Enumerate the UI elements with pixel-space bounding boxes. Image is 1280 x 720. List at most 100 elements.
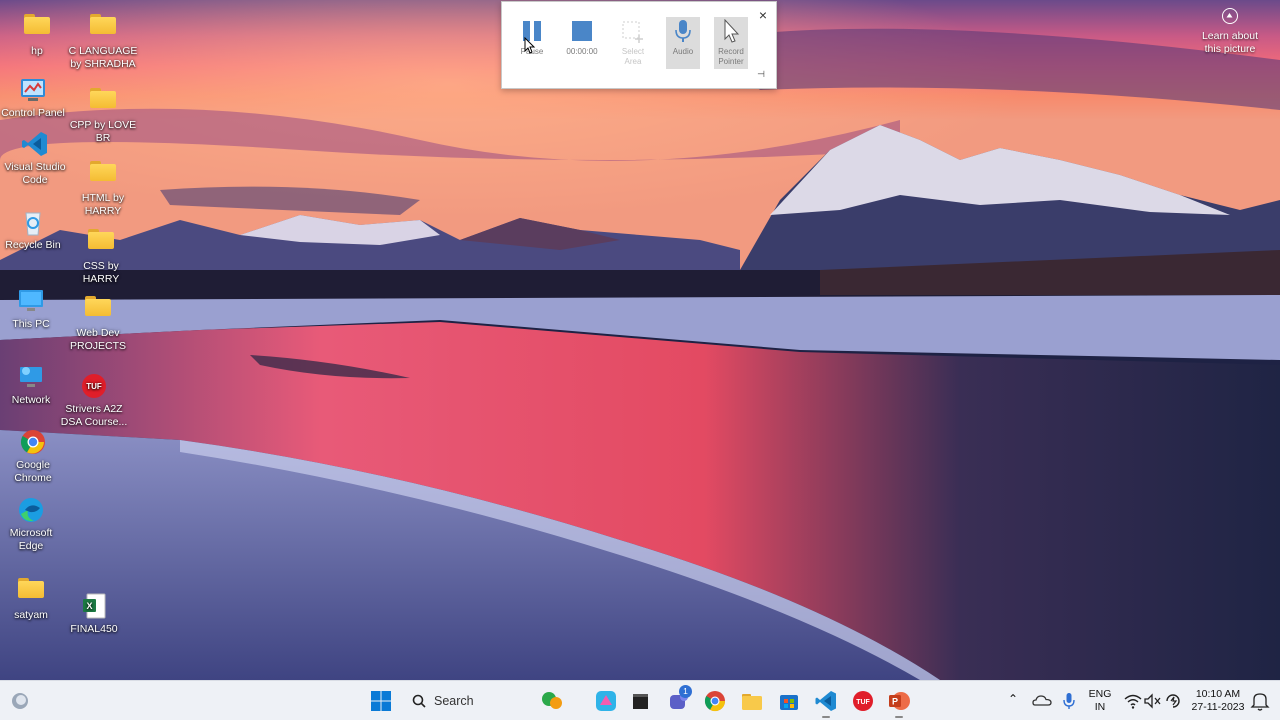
folder-icon <box>88 14 118 42</box>
desktop-icon-cpp[interactable]: CPP by LOVE BR <box>68 84 138 145</box>
language-indicator[interactable]: ENG IN <box>1088 688 1112 714</box>
onedrive-icon[interactable] <box>1030 689 1054 713</box>
recycle-bin-icon <box>18 208 48 236</box>
desktop-icon-label: Visual Studio Code <box>4 161 66 186</box>
desktop-icon-label: satyam <box>14 609 48 621</box>
control-panel-icon <box>18 76 48 104</box>
desktop-icon-label: HTML by HARRY <box>81 192 125 217</box>
weather-icon[interactable] <box>8 689 32 713</box>
desktop-icon-recycle-bin[interactable]: Recycle Bin <box>0 208 68 252</box>
teams-icon[interactable]: 1 <box>667 685 692 713</box>
learn-about-picture-button[interactable]: Learn about this picture <box>1196 8 1264 56</box>
desktop-icon-label: Google Chrome <box>14 459 52 484</box>
desktop-icon-label: Recycle Bin <box>5 239 61 251</box>
chrome-folder-icon <box>86 229 116 257</box>
svg-text:X: X <box>86 601 92 611</box>
desktop-icon-final450[interactable]: X FINAL450 <box>59 592 129 636</box>
chrome-icon[interactable] <box>703 689 727 713</box>
tuf-icon[interactable]: TUF <box>851 689 875 713</box>
running-indicator <box>822 716 830 718</box>
notification-bell-icon[interactable] <box>1250 689 1270 713</box>
record-pointer-label: Record Pointer <box>718 47 744 66</box>
desktop-icon-strivers[interactable]: TUF Strivers A2Z DSA Course... <box>59 372 129 429</box>
tuf-icon: TUF <box>79 372 109 400</box>
show-hidden-icons-chevron-icon[interactable]: ⌃ <box>1008 693 1018 706</box>
desktop-icon-label: This PC <box>12 318 50 330</box>
mouse-cursor-icon <box>524 36 536 60</box>
desktop-icon-label: Web Dev PROJECTS <box>69 327 126 352</box>
terminal-icon[interactable] <box>629 689 653 713</box>
vscode-icon <box>20 130 50 158</box>
clock[interactable]: 10:10 AM 27-11-2023 <box>1186 688 1250 714</box>
recording-timer: 00:00:00 <box>566 47 598 56</box>
desktop-icon-html[interactable]: HTML by HARRY <box>68 157 138 218</box>
running-indicator <box>895 716 903 718</box>
desktop-icon-label: Network <box>11 394 51 406</box>
desktop-icon-control-panel[interactable]: Control Panel <box>0 76 68 120</box>
desktop-icon-label: Strivers A2Z DSA Course... <box>60 403 128 428</box>
desktop-icon-hp[interactable]: hp <box>2 10 72 58</box>
battery-icon[interactable] <box>1161 689 1185 713</box>
stop-button[interactable]: 00:00:00 <box>564 17 600 69</box>
record-pointer-toggle[interactable]: Record Pointer <box>714 17 748 69</box>
folder-icon <box>88 88 118 116</box>
chrome-folder-icon <box>88 161 118 189</box>
region-code: IN <box>1094 701 1106 713</box>
cursor-icon <box>719 18 743 43</box>
chrome-icon <box>18 428 48 456</box>
network-icon <box>16 363 46 391</box>
pin-icon[interactable]: ⊣ <box>757 69 765 80</box>
desktop-icon-microsoft-edge[interactable]: Microsoft Edge <box>0 496 66 553</box>
desktop-icon-network[interactable]: Network <box>0 363 66 407</box>
desktop-icon-label: CPP by LOVE BR <box>69 119 137 144</box>
desktop-icon-label: Control Panel <box>1 107 65 119</box>
select-area-label: Select Area <box>621 47 645 66</box>
desktop-icon-label: FINAL450 <box>70 623 118 635</box>
stop-icon <box>570 19 594 43</box>
store-icon[interactable] <box>777 689 801 713</box>
desktop-icon-vscode[interactable]: Visual Studio Code <box>0 130 70 187</box>
folder-icon <box>22 14 52 42</box>
audio-label: Audio <box>672 47 694 56</box>
clock-date: 27-11-2023 <box>1191 701 1245 713</box>
camera-icon <box>1222 8 1238 24</box>
language-code: ENG <box>1088 688 1112 700</box>
taskbar: Search 1 TUF P ⌃ ENG IN 10:10 AM 27-11-2… <box>0 680 1280 720</box>
desktop-icon-web-dev[interactable]: Web Dev PROJECTS <box>63 292 133 353</box>
folder-icon <box>83 296 113 324</box>
desktop-icon-label: CSS by HARRY <box>82 260 120 285</box>
desktop-icon-label: Microsoft Edge <box>9 527 53 552</box>
monitor-icon <box>16 287 46 315</box>
desktop-icon-label: C LANGUAGE by SHRADHA <box>68 45 138 70</box>
desktop-icon-this-pc[interactable]: This PC <box>0 287 66 331</box>
file-explorer-icon[interactable] <box>740 689 764 713</box>
select-area-icon <box>621 19 645 43</box>
desktop-icon-c-language[interactable]: C LANGUAGE by SHRADHA <box>68 10 138 71</box>
close-icon[interactable]: × <box>759 8 767 22</box>
desktop-icon-google-chrome[interactable]: Google Chrome <box>0 428 68 485</box>
search-icon <box>412 694 426 708</box>
clock-time: 10:10 AM <box>1195 688 1241 700</box>
desktop-wallpaper <box>0 0 1280 680</box>
svg-text:TUF: TUF <box>86 382 102 391</box>
excel-icon: X <box>79 592 109 620</box>
widgets-icon[interactable] <box>540 689 564 713</box>
folder-icon <box>16 578 46 606</box>
svg-text:TUF: TUF <box>856 699 870 706</box>
powerpoint-icon[interactable]: P <box>887 689 911 718</box>
vscode-icon[interactable] <box>814 689 838 718</box>
microphone-icon[interactable] <box>1057 689 1081 713</box>
copilot-icon[interactable] <box>594 689 618 713</box>
screen-recorder-toolbar: Pause 00:00:00 Select Area Audio Record … <box>501 1 777 89</box>
notification-badge: 1 <box>679 685 692 698</box>
audio-toggle[interactable]: Audio <box>666 17 700 69</box>
learn-about-label: Learn about this picture <box>1201 30 1259 55</box>
taskbar-search-box[interactable]: Search <box>402 688 530 714</box>
select-area-button[interactable]: Select Area <box>616 17 650 69</box>
desktop-icon-satyam[interactable]: satyam <box>0 574 66 622</box>
microphone-icon <box>671 19 695 43</box>
start-icon[interactable] <box>369 689 393 713</box>
edge-icon <box>16 496 46 524</box>
desktop-icon-label: hp <box>31 45 43 57</box>
desktop-icon-css[interactable]: CSS by HARRY <box>66 225 136 286</box>
